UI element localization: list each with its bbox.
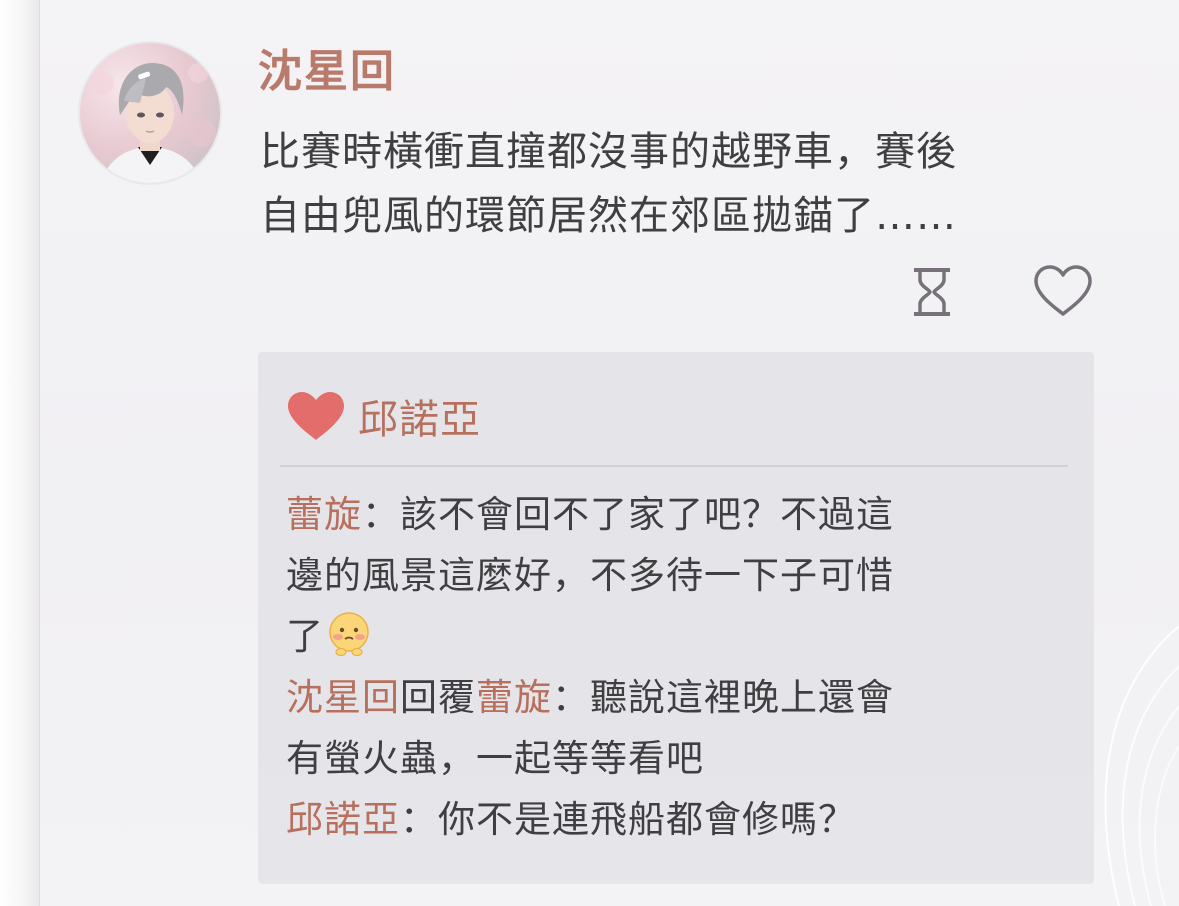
comment-panel: 邱諾亞 蕾旋：該不會回不了家了吧？不過這 邊的風景這麼好，不多待一下子可惜 了 … <box>258 352 1094 884</box>
likes-row: 邱諾亞 <box>286 388 481 444</box>
comment-separator: ： <box>552 676 590 719</box>
left-edge-panel <box>0 0 40 906</box>
comment-separator: ： <box>362 493 400 536</box>
reply-word: 回覆 <box>400 676 476 719</box>
comment-line: 蕾旋：該不會回不了家了吧？不過這 <box>286 484 1046 545</box>
comment-text: 了 <box>286 615 324 658</box>
comment-text: 你不是連飛船都會修嗎？ <box>438 798 856 841</box>
post-text-line: 比賽時橫衝直撞都沒事的越野車，賽後 <box>260 129 957 175</box>
comment-item[interactable]: 沈星回回覆蕾旋：聽說這裡晚上還會 有螢火蟲，一起等等看吧 <box>286 667 1046 789</box>
divider <box>280 465 1068 467</box>
comment-line: 邱諾亞：你不是連飛船都會修嗎？ <box>286 789 1046 850</box>
comment-line: 了 <box>286 606 1046 667</box>
comment-separator: ： <box>400 798 438 841</box>
comment-text: 邊的風景這麼好，不多待一下子可惜 <box>286 554 894 597</box>
post-content: 比賽時橫衝直撞都沒事的越野車，賽後 自由兜風的環節居然在郊區拋錨了…… <box>260 120 1110 248</box>
comment-author[interactable]: 邱諾亞 <box>286 798 400 841</box>
comment-item[interactable]: 邱諾亞：你不是連飛船都會修嗎？ <box>286 789 1046 850</box>
comment-text: 聽說這裡晚上還會 <box>590 676 894 719</box>
avatar-portrait-icon <box>80 43 220 183</box>
heart-filled-icon <box>288 392 344 440</box>
blushing-face-emoji-icon <box>329 612 369 657</box>
reply-target[interactable]: 蕾旋 <box>476 676 552 719</box>
liker-names[interactable]: 邱諾亞 <box>358 387 481 445</box>
post-text-line: 自由兜風的環節居然在郊區拋錨了…… <box>260 193 957 239</box>
comment-author[interactable]: 蕾旋 <box>286 493 362 536</box>
avatar[interactable] <box>80 43 220 183</box>
comment-text: 有螢火蟲，一起等等看吧 <box>286 737 704 780</box>
comment-list: 蕾旋：該不會回不了家了吧？不過這 邊的風景這麼好，不多待一下子可惜 了 沈星回回… <box>286 484 1046 850</box>
comment-item[interactable]: 蕾旋：該不會回不了家了吧？不過這 邊的風景這麼好，不多待一下子可惜 了 <box>286 484 1046 667</box>
post-author-name[interactable]: 沈星回 <box>258 40 396 104</box>
comment-text: 該不會回不了家了吧？不過這 <box>400 493 894 536</box>
hourglass-icon[interactable] <box>908 264 956 320</box>
comment-author[interactable]: 沈星回 <box>286 676 400 719</box>
heart-outline-icon[interactable] <box>1032 264 1094 318</box>
comment-line: 沈星回回覆蕾旋：聽說這裡晚上還會 <box>286 667 1046 728</box>
